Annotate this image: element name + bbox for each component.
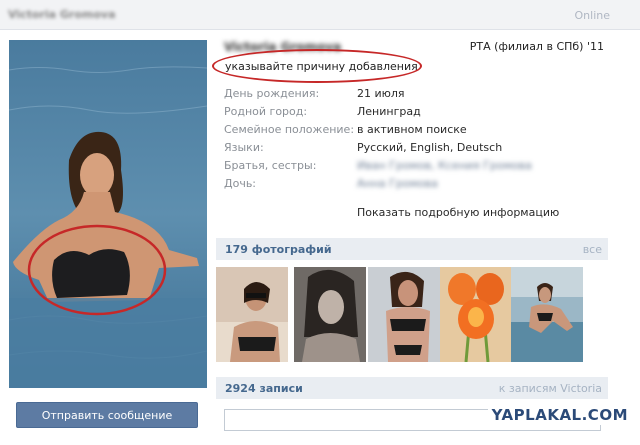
photos-title[interactable]: 179 фотографий: [225, 243, 332, 256]
header-user-name: Victoria Gromova: [8, 8, 116, 21]
photo-thumbnail[interactable]: [216, 267, 288, 362]
send-message-button[interactable]: Отправить сообщение: [16, 402, 198, 428]
info-value[interactable]: 21 июля: [357, 87, 405, 100]
profile-school[interactable]: РТА (филиал в СПб) '11: [470, 40, 604, 53]
info-label: Родной город:: [224, 105, 308, 118]
info-value[interactable]: Ленинград: [357, 105, 421, 118]
watermark: YAPLAKAL.COM: [487, 405, 632, 425]
online-status: Online: [574, 9, 610, 22]
info-label: День рождения:: [224, 87, 320, 100]
photo-thumbnail[interactable]: [440, 267, 512, 362]
info-label: Семейное положение:: [224, 123, 355, 136]
photo-thumbnails: [216, 267, 608, 362]
top-bar: Victoria Gromova Online: [0, 0, 640, 30]
photos-header: 179 фотографий все: [216, 238, 608, 260]
info-value-blurred[interactable]: Иван Громов, Ксения Громова: [357, 159, 532, 172]
profile-photo[interactable]: [9, 40, 207, 388]
info-label: Братья, сестры:: [224, 159, 317, 172]
photo-thumbnail[interactable]: [368, 267, 440, 362]
info-value[interactable]: в активном поиске: [357, 123, 467, 136]
photo-thumbnail[interactable]: [511, 267, 583, 362]
wall-link[interactable]: к записям Victoria: [499, 382, 602, 395]
info-label: Дочь:: [224, 177, 257, 190]
info-value[interactable]: Русский, English, Deutsch: [357, 141, 502, 154]
photos-all-link[interactable]: все: [583, 243, 602, 256]
wall-header: 2924 записи к записям Victoria: [216, 377, 608, 399]
show-more-link[interactable]: Показать подробную информацию: [357, 206, 559, 219]
photo-thumbnail[interactable]: [294, 267, 366, 362]
info-value-blurred[interactable]: Анна Громова: [357, 177, 438, 190]
info-label: Языки:: [224, 141, 264, 154]
annotation-circle: [212, 49, 422, 83]
wall-title[interactable]: 2924 записи: [225, 382, 303, 395]
